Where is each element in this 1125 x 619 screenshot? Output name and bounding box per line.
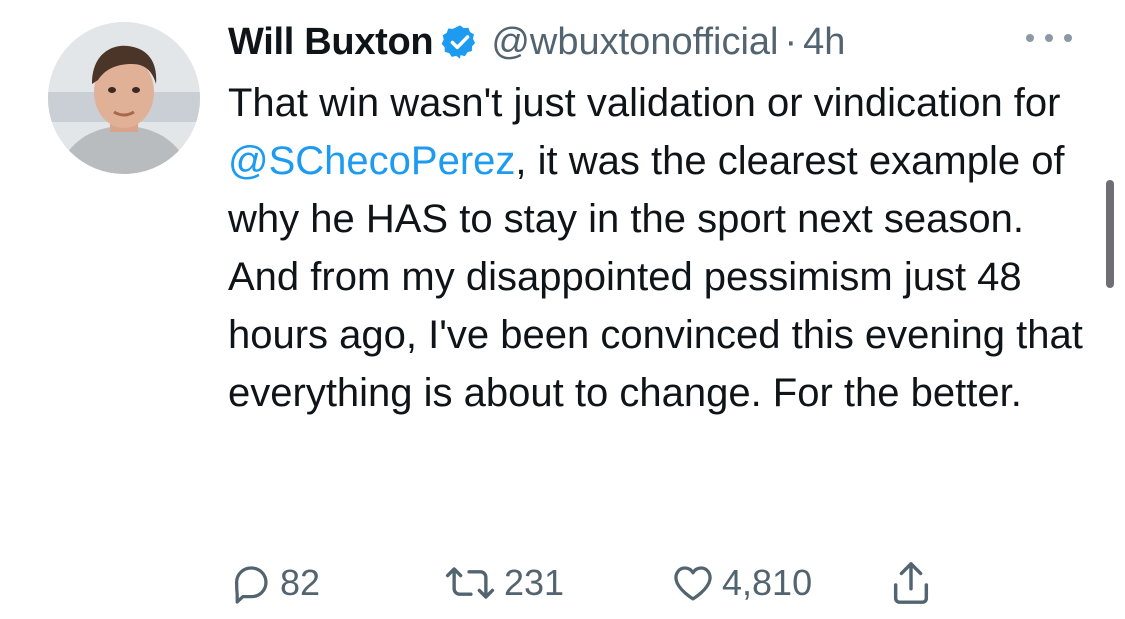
tweet-text-part: That win wasn't just validation or vindi… xyxy=(228,81,1061,125)
tweet-actions: 82 231 4,810 xyxy=(228,556,968,610)
header-separator: · xyxy=(784,20,798,63)
more-icon[interactable] xyxy=(1026,28,1072,48)
tweet-header: Will Buxton @wbuxtonofficial · 4h xyxy=(228,14,845,70)
like-button[interactable]: 4,810 xyxy=(670,556,812,610)
retweet-count: 231 xyxy=(504,562,565,603)
reply-icon xyxy=(228,560,274,606)
reply-count: 82 xyxy=(280,562,321,603)
more-dot xyxy=(1026,34,1034,42)
avatar[interactable] xyxy=(48,22,200,174)
tweet-text: That win wasn't just validation or vindi… xyxy=(228,74,1088,422)
retweet-button[interactable]: 231 xyxy=(442,556,564,610)
heart-icon xyxy=(670,560,716,606)
verified-badge-icon xyxy=(441,23,479,61)
more-dot xyxy=(1045,34,1053,42)
tweet-timestamp[interactable]: 4h xyxy=(803,21,845,64)
reply-button[interactable]: 82 xyxy=(228,556,320,610)
author-handle[interactable]: @wbuxtonofficial xyxy=(491,21,778,64)
share-button[interactable] xyxy=(888,556,934,610)
like-count: 4,810 xyxy=(722,562,813,603)
author-name[interactable]: Will Buxton xyxy=(228,21,434,64)
mention-link[interactable]: @SChecoPerez xyxy=(228,139,515,183)
retweet-icon xyxy=(442,560,498,606)
more-dot xyxy=(1064,34,1072,42)
share-icon xyxy=(888,558,934,608)
scrollbar[interactable] xyxy=(1106,180,1114,288)
